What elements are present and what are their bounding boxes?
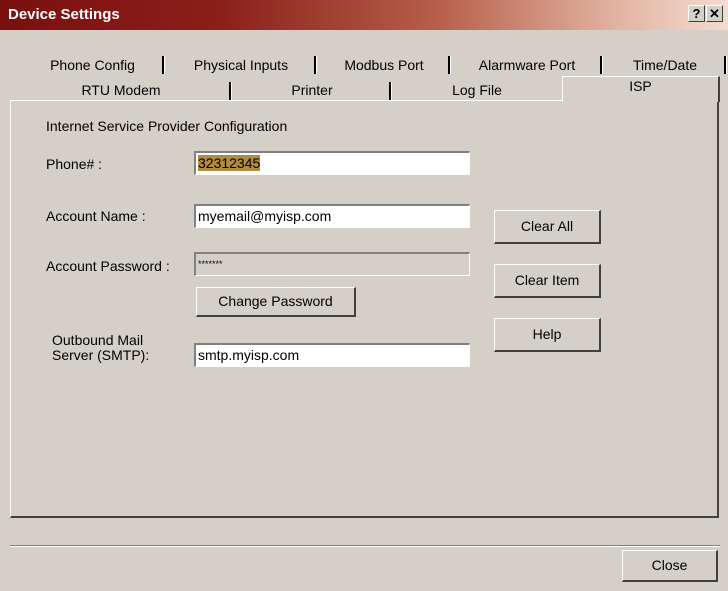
tab-rtu-modem[interactable]: RTU Modem [10,80,232,100]
phone-value: 32312345 [198,155,261,171]
tab-alarmware-port[interactable]: Alarmware Port [451,54,603,76]
clear-all-button[interactable]: Clear All [494,210,601,244]
tab-label: Log File [452,82,502,98]
tab-label: Time/Date [632,57,698,73]
clear-item-button[interactable]: Clear Item [494,264,601,298]
smtp-label-line1: Outbound Mail [52,332,144,348]
tab-label: Printer [291,82,333,98]
panel-heading: Internet Service Provider Configuration [46,118,288,134]
phone-label: Phone# : [46,156,103,172]
tab-label: Physical Inputs [193,57,289,73]
account-name-field[interactable]: myemail@myisp.com [194,204,470,228]
device-settings-dialog: Device Settings ? ✕ Phone Config Physica… [0,0,728,591]
tab-label: Phone Config [50,57,135,73]
window-title: Device Settings [8,6,120,23]
tab-phone-config[interactable]: Phone Config [20,54,165,76]
tab-isp[interactable]: ISP [562,76,720,102]
account-password-field: ******* [194,252,470,276]
smtp-label-line2: Server (SMTP): [52,347,150,363]
tab-label: Alarmware Port [478,57,576,73]
tab-label: ISP [629,78,652,94]
tab-label: RTU Modem [81,82,161,98]
tab-physical-inputs[interactable]: Physical Inputs [165,54,317,76]
close-icon[interactable]: ✕ [706,5,723,22]
help-icon[interactable]: ? [688,5,705,22]
help-button[interactable]: Help [494,318,601,352]
close-button[interactable]: Close [622,550,718,582]
tab-printer[interactable]: Printer [232,80,392,100]
tab-label: Modbus Port [344,57,424,73]
tab-time-date[interactable]: Time/Date [603,54,727,76]
account-password-label: Account Password : [46,258,170,274]
account-name-label: Account Name : [46,208,146,224]
tab-log-file[interactable]: Log File [392,80,562,100]
smtp-field[interactable]: smtp.myisp.com [194,343,470,367]
tab-modbus-port[interactable]: Modbus Port [317,54,451,76]
smtp-label: Outbound Mail Server (SMTP): [52,333,149,363]
title-bar[interactable]: Device Settings ? ✕ [0,0,728,30]
footer-divider [10,545,720,547]
change-password-button[interactable]: Change Password [196,287,356,317]
phone-field[interactable]: 32312345 [194,151,470,175]
